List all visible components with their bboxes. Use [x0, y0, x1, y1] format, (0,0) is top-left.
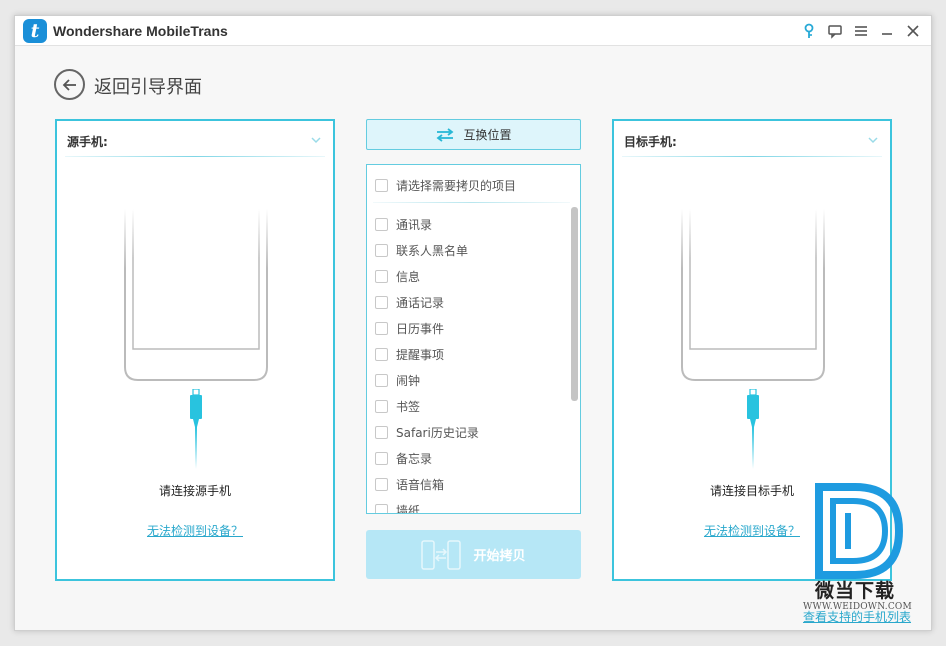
back-label[interactable]: 返回引导界面: [94, 73, 202, 99]
app-title: Wondershare MobileTrans: [53, 23, 228, 39]
target-phone-title: 目标手机:: [624, 135, 677, 149]
phone-outline-icon: [681, 209, 825, 381]
list-item[interactable]: 书签: [375, 393, 565, 419]
list-item[interactable]: 语音信箱: [375, 471, 565, 497]
item-label: 联系人黑名单: [396, 243, 469, 258]
divider: [622, 156, 882, 157]
start-copy-button[interactable]: 开始拷贝: [366, 530, 581, 579]
key-icon[interactable]: [799, 21, 819, 41]
item-label: 书签: [396, 399, 421, 414]
usb-cable-icon: [747, 389, 759, 469]
content-items: 通讯录 联系人黑名单 信息 通话记录 日历事件 提醒事项 闹钟 书签 Safar…: [375, 211, 565, 514]
list-item[interactable]: 提醒事项: [375, 341, 565, 367]
item-checkbox[interactable]: [375, 295, 388, 309]
swap-position-button[interactable]: 互换位置: [366, 119, 581, 150]
source-phone-status: 请连接源手机: [158, 484, 231, 498]
source-phone-title: 源手机:: [67, 135, 108, 149]
watermark-logo: [815, 483, 903, 579]
item-checkbox[interactable]: [375, 399, 388, 413]
content-select-list: 请选择需要拷贝的项目 通讯录 联系人黑名单 信息 通话记录 日历事件 提醒事项 …: [366, 164, 581, 514]
item-label: Safari历史记录: [396, 425, 479, 440]
start-copy-label: 开始拷贝: [473, 549, 526, 564]
item-checkbox[interactable]: [375, 425, 388, 439]
select-all-checkbox[interactable]: [375, 179, 388, 192]
source-phone-panel: 源手机: 请连接源手机 无法检测到设备？: [55, 119, 335, 581]
item-label: 闹钟: [396, 373, 421, 388]
swap-arrows-icon: [436, 127, 454, 142]
list-item[interactable]: Safari历史记录: [375, 419, 565, 445]
close-icon[interactable]: [903, 21, 923, 41]
chevron-down-icon[interactable]: [866, 133, 880, 147]
item-label: 语音信箱: [396, 477, 445, 492]
item-checkbox[interactable]: [375, 217, 388, 231]
item-label: 信息: [396, 269, 421, 284]
item-checkbox[interactable]: [375, 451, 388, 465]
feedback-icon[interactable]: [825, 21, 845, 41]
watermark-url: WWW.WEIDOWN.COM: [803, 602, 912, 612]
divider: [373, 202, 570, 203]
select-all-label: 请选择需要拷贝的项目: [396, 179, 517, 193]
phone-outline-icon: [124, 209, 268, 381]
chevron-down-icon[interactable]: [309, 133, 323, 147]
usb-cable-icon: [190, 389, 202, 469]
item-checkbox[interactable]: [375, 243, 388, 257]
menu-icon[interactable]: [851, 21, 871, 41]
item-label: 通话记录: [396, 295, 445, 310]
item-checkbox[interactable]: [375, 269, 388, 283]
list-item[interactable]: 闹钟: [375, 367, 565, 393]
title-bar: t Wondershare MobileTrans: [15, 16, 931, 46]
item-checkbox[interactable]: [375, 503, 388, 513]
watermark-name: 微当下载: [815, 580, 896, 602]
app-window: t Wondershare MobileTrans 返回引导界面 源手机: 请连…: [14, 15, 932, 631]
item-label: 提醒事项: [396, 347, 445, 362]
minimize-icon[interactable]: [877, 21, 897, 41]
list-item[interactable]: 日历事件: [375, 315, 565, 341]
arrow-left-icon: [62, 78, 76, 91]
app-logo: t: [23, 19, 47, 43]
select-all-row[interactable]: 请选择需要拷贝的项目: [375, 177, 516, 194]
item-checkbox[interactable]: [375, 373, 388, 387]
source-help-link[interactable]: 无法检测到设备？: [57, 522, 333, 539]
titlebar-controls: [799, 21, 923, 41]
item-label: 通讯录: [396, 217, 433, 232]
back-button[interactable]: [54, 69, 85, 100]
list-item[interactable]: 联系人黑名单: [375, 237, 565, 263]
swap-position-label: 互换位置: [463, 128, 512, 142]
list-item[interactable]: 通话记录: [375, 289, 565, 315]
item-label: 备忘录: [396, 451, 433, 466]
item-label: 日历事件: [396, 321, 445, 336]
list-scrollbar[interactable]: [571, 207, 578, 401]
divider: [65, 156, 325, 157]
item-checkbox[interactable]: [375, 477, 388, 491]
item-checkbox[interactable]: [375, 321, 388, 335]
item-label: 墙纸: [396, 503, 421, 514]
list-item[interactable]: 信息: [375, 263, 565, 289]
list-item[interactable]: 通讯录: [375, 211, 565, 237]
list-item[interactable]: 备忘录: [375, 445, 565, 471]
list-item[interactable]: 墙纸: [375, 497, 565, 514]
phone-transfer-icon: [421, 539, 462, 570]
item-checkbox[interactable]: [375, 347, 388, 361]
